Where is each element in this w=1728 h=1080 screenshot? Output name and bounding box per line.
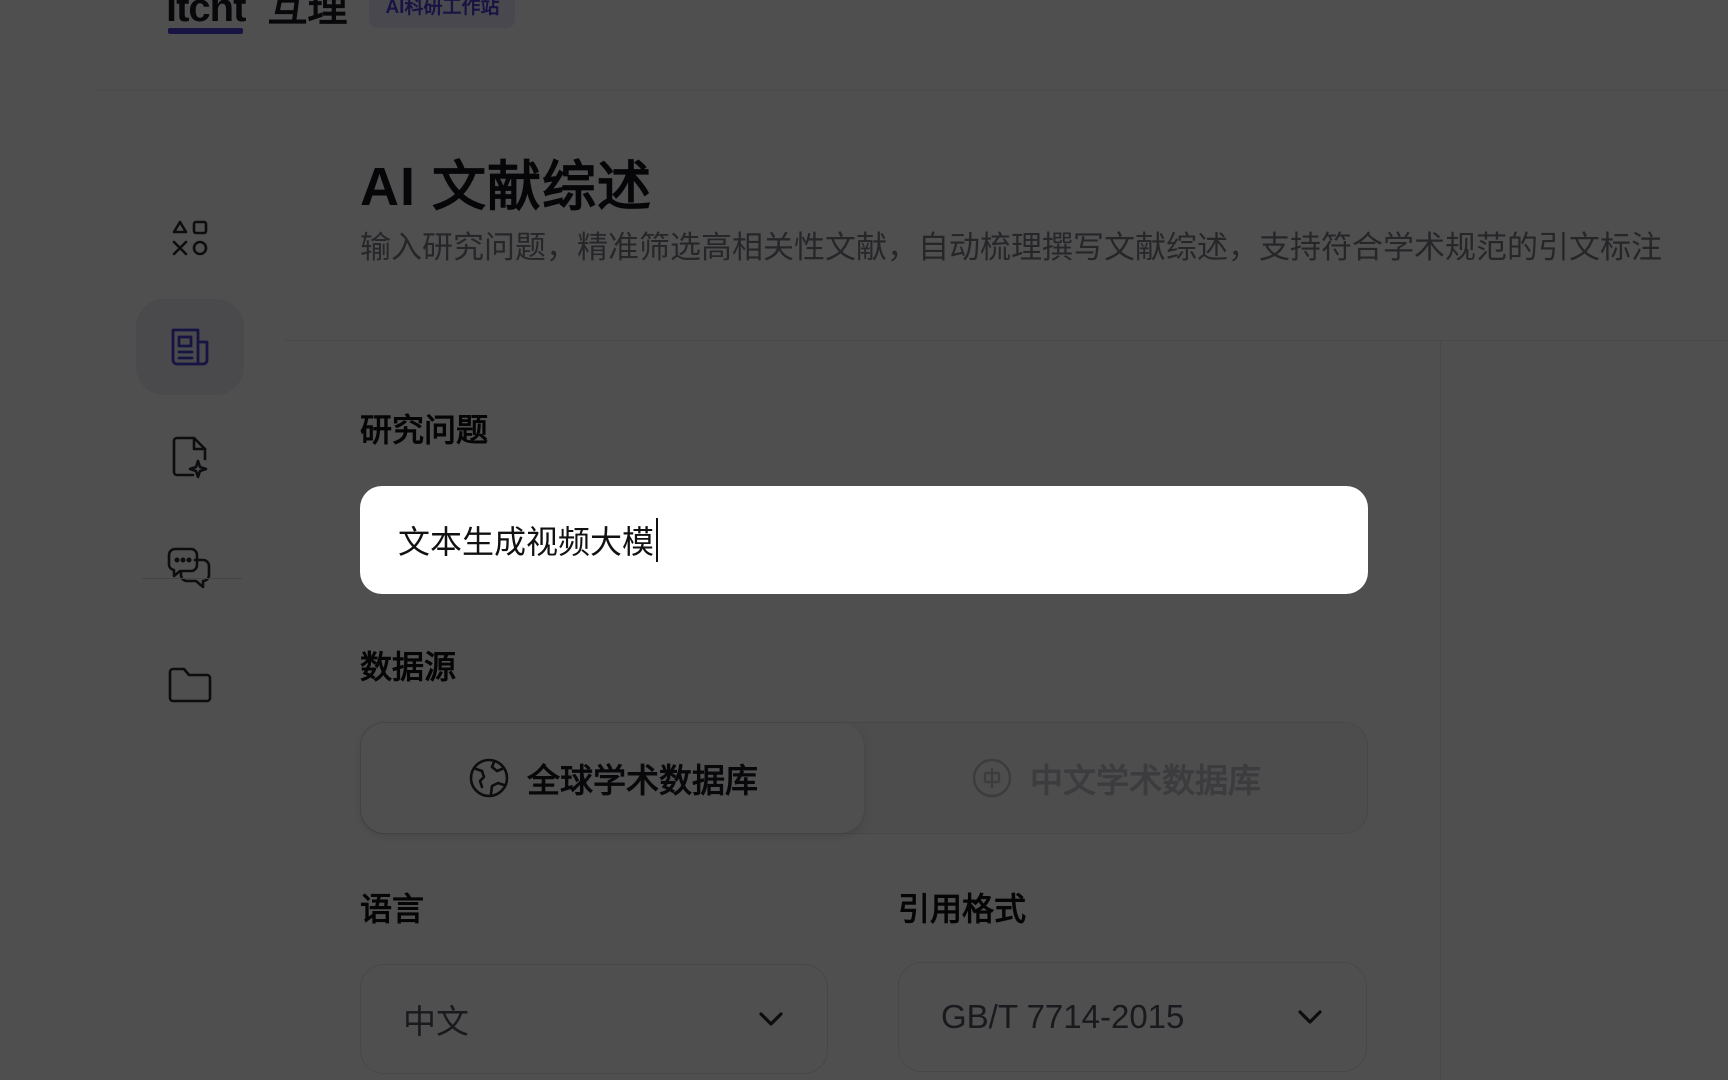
- source-option-global[interactable]: 全球学术数据库: [361, 723, 864, 833]
- product-badge: AI科研工作站: [369, 0, 516, 28]
- header-divider: [96, 90, 1728, 91]
- logo-text-cn: 互理: [267, 0, 348, 30]
- page-title: AI 文献综述: [360, 157, 653, 217]
- sidebar-item-literature-review[interactable]: [136, 299, 244, 395]
- globe-icon: [469, 758, 509, 798]
- chevron-down-icon: [759, 1012, 783, 1026]
- article-icon: [171, 328, 209, 366]
- sidebar-item-ai-writing[interactable]: [136, 409, 244, 505]
- page-description: 输入研究问题，精准筛选高相关性文献，自动梳理撰写文献综述，支持符合学术规范的引文…: [360, 230, 1662, 265]
- app-root: itcht 互理 AI科研工作站 AI 文献综述 输入研究问题，精准筛选高相关性…: [0, 0, 1728, 1080]
- source-toggle: 全球学术数据库 中文学术数据库: [360, 722, 1368, 834]
- source-label: 数据源: [360, 649, 457, 685]
- source-option-global-label: 全球学术数据库: [527, 762, 758, 799]
- text-caret: [656, 518, 659, 562]
- sidebar-divider: [142, 578, 242, 579]
- citation-select-value: GB/T 7714-2015: [941, 998, 1185, 1035]
- citation-label: 引用格式: [898, 891, 1027, 927]
- chat-icon: [167, 547, 211, 589]
- question-label: 研究问题: [360, 412, 489, 448]
- right-panel: [1440, 341, 1728, 1080]
- sidebar-item-apps[interactable]: [136, 189, 244, 285]
- zh-badge-icon: [972, 758, 1012, 798]
- file-spark-icon: [172, 436, 208, 479]
- language-label: 语言: [360, 891, 425, 927]
- apps-icon: [172, 220, 208, 256]
- source-option-chinese[interactable]: 中文学术数据库: [864, 723, 1367, 833]
- citation-select[interactable]: GB/T 7714-2015: [898, 962, 1367, 1072]
- language-select-value: 中文: [403, 1003, 469, 1040]
- logo-text-en: itcht: [166, 0, 246, 34]
- chevron-down-icon: [1298, 1010, 1322, 1024]
- page-header: AI 文献综述 输入研究问题，精准筛选高相关性文献，自动梳理撰写文献综述，支持符…: [285, 92, 1728, 340]
- language-select[interactable]: 中文: [360, 964, 828, 1074]
- sidebar-item-files[interactable]: [136, 637, 244, 733]
- question-input-value: 文本生成视频大模: [398, 524, 655, 560]
- sidebar-item-chat[interactable]: [136, 519, 244, 615]
- folder-icon: [168, 667, 212, 703]
- question-input[interactable]: 文本生成视频大模: [360, 486, 1368, 594]
- brand[interactable]: itcht 互理 AI科研工作站: [166, 0, 516, 34]
- source-option-chinese-label: 中文学术数据库: [1030, 762, 1261, 799]
- sidebar: [0, 91, 285, 1080]
